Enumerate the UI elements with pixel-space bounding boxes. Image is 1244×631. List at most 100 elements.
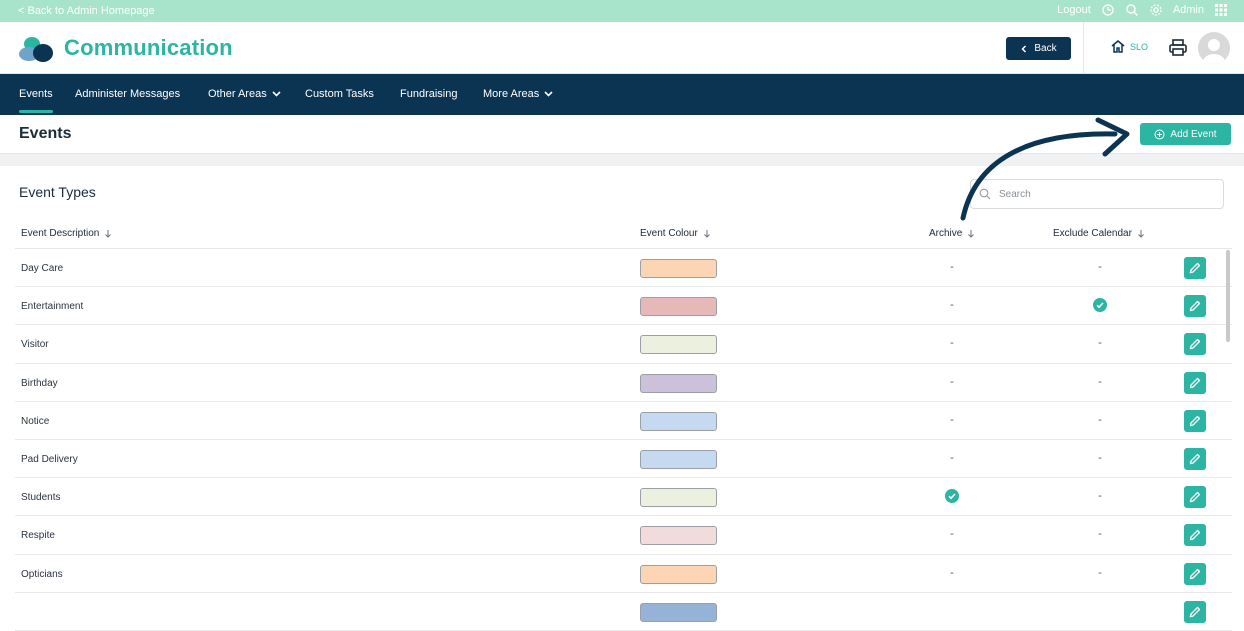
back-button[interactable]: Back — [1006, 37, 1071, 60]
column-header-description[interactable]: Event Description — [21, 228, 112, 239]
event-description: Birthday — [21, 377, 58, 389]
table-row: Day Care - - — [15, 249, 1232, 288]
event-types-title: Event Types — [19, 184, 96, 200]
refresh-icon[interactable] — [1101, 3, 1115, 17]
chevron-left-icon — [1021, 44, 1027, 53]
sort-arrow-icon — [105, 230, 112, 238]
sort-arrow-icon — [968, 230, 975, 238]
edit-button[interactable] — [1184, 295, 1206, 318]
page-header: Events Add Event — [0, 115, 1244, 154]
nav-item-events[interactable]: Events — [19, 88, 53, 100]
event-description: Entertainment — [21, 301, 84, 313]
nav-item-more-areas[interactable]: More Areas — [483, 88, 553, 100]
event-colour-swatch — [640, 564, 717, 584]
nav-item-custom-tasks[interactable]: Custom Tasks — [305, 88, 374, 100]
nav-item-label: Other Areas — [208, 88, 267, 100]
top-bar-actions: Logout Admin — [1057, 3, 1228, 17]
event-colour-swatch — [640, 297, 717, 317]
archive-status: - — [950, 413, 954, 426]
edit-button[interactable] — [1184, 333, 1206, 356]
back-to-admin-link[interactable]: < Back to Admin Homepage — [18, 5, 155, 17]
archive-status: - — [950, 261, 954, 273]
pencil-icon — [1189, 377, 1201, 388]
nav-item-label: Administer Messages — [75, 88, 181, 100]
archive-status — [940, 489, 964, 507]
table-row: Respite - - — [15, 516, 1232, 555]
chevron-down-icon — [544, 91, 553, 97]
table-row: Opticians - - — [15, 555, 1232, 593]
pencil-icon — [1189, 262, 1201, 274]
pencil-icon — [1189, 606, 1201, 617]
search-box[interactable] — [970, 179, 1224, 209]
search-icon[interactable] — [1125, 3, 1139, 17]
edit-button[interactable] — [1184, 562, 1206, 585]
home-icon — [1111, 40, 1125, 53]
archive-status: - — [950, 375, 954, 388]
print-icon[interactable] — [1168, 38, 1188, 58]
pencil-icon — [1189, 530, 1201, 541]
column-header-label: Exclude Calendar — [1053, 228, 1132, 239]
logout-link[interactable]: Logout — [1057, 4, 1091, 16]
column-header-label: Archive — [929, 228, 963, 239]
exclude-calendar-status: - — [1098, 413, 1102, 426]
table-row: Visitor - - — [15, 325, 1232, 364]
archive-status: - — [950, 528, 954, 541]
avatar[interactable] — [1198, 32, 1230, 64]
column-header-archive[interactable]: Archive — [929, 228, 975, 239]
edit-button[interactable] — [1184, 409, 1206, 432]
pencil-icon — [1189, 301, 1201, 312]
edit-button[interactable] — [1184, 371, 1206, 394]
nav-item-label: Fundraising — [400, 88, 458, 100]
app-header: Communication Back SLO — [0, 22, 1244, 74]
top-bar: < Back to Admin Homepage Logout Admin — [0, 0, 1244, 22]
edit-button[interactable] — [1184, 600, 1206, 623]
search-input[interactable] — [999, 188, 1199, 200]
exclude-calendar-status: - — [1098, 261, 1102, 273]
event-colour-swatch — [640, 259, 717, 278]
pencil-icon — [1189, 491, 1201, 503]
table-row: Students - — [15, 478, 1232, 517]
edit-button[interactable] — [1184, 486, 1206, 509]
event-colour-swatch — [640, 526, 717, 546]
event-description: Respite — [21, 530, 55, 542]
app-logo — [19, 37, 53, 62]
pencil-icon — [1189, 453, 1201, 465]
settings-icon[interactable] — [1149, 3, 1163, 17]
check-circle-icon — [945, 489, 959, 504]
main-nav: Events Administer Messages Other Areas C… — [0, 74, 1244, 115]
home-label: SLO — [1130, 41, 1149, 52]
home-button[interactable]: SLO — [1110, 39, 1148, 54]
apps-grid-icon[interactable] — [1214, 3, 1228, 17]
table-row: Notice - - — [15, 402, 1232, 440]
section-gap — [0, 154, 1244, 166]
column-header-exclude-calendar[interactable]: Exclude Calendar — [1053, 228, 1145, 239]
event-description: Day Care — [21, 263, 64, 274]
admin-label[interactable]: Admin — [1173, 4, 1204, 16]
event-colour-swatch — [640, 373, 717, 393]
back-button-label: Back — [1034, 43, 1057, 54]
table-row — [15, 593, 1232, 631]
edit-button[interactable] — [1184, 257, 1206, 279]
plus-circle-icon — [1154, 129, 1165, 139]
exclude-calendar-status: - — [1098, 490, 1102, 503]
column-header-colour[interactable]: Event Colour — [640, 228, 711, 239]
pencil-icon — [1189, 568, 1201, 579]
edit-button[interactable] — [1184, 447, 1206, 470]
nav-item-other-areas[interactable]: Other Areas — [208, 88, 281, 100]
add-event-label: Add Event — [1170, 128, 1217, 140]
app-title: Communication — [64, 35, 233, 60]
table-row: Entertainment - — [15, 287, 1232, 326]
chevron-down-icon — [272, 91, 281, 97]
page-title: Events — [19, 125, 72, 142]
active-tab-indicator — [19, 110, 53, 113]
exclude-calendar-status: - — [1098, 528, 1102, 541]
sort-arrow-icon — [1138, 230, 1144, 238]
nav-item-administer-messages[interactable]: Administer Messages — [75, 88, 180, 100]
exclude-calendar-status: - — [1098, 337, 1102, 350]
event-description: Notice — [21, 415, 50, 427]
nav-item-fundraising[interactable]: Fundraising — [400, 88, 457, 100]
add-event-button[interactable]: Add Event — [1140, 123, 1231, 145]
edit-button[interactable] — [1184, 524, 1206, 547]
table-scrollbar[interactable] — [1226, 250, 1230, 342]
check-circle-icon — [1093, 298, 1107, 313]
